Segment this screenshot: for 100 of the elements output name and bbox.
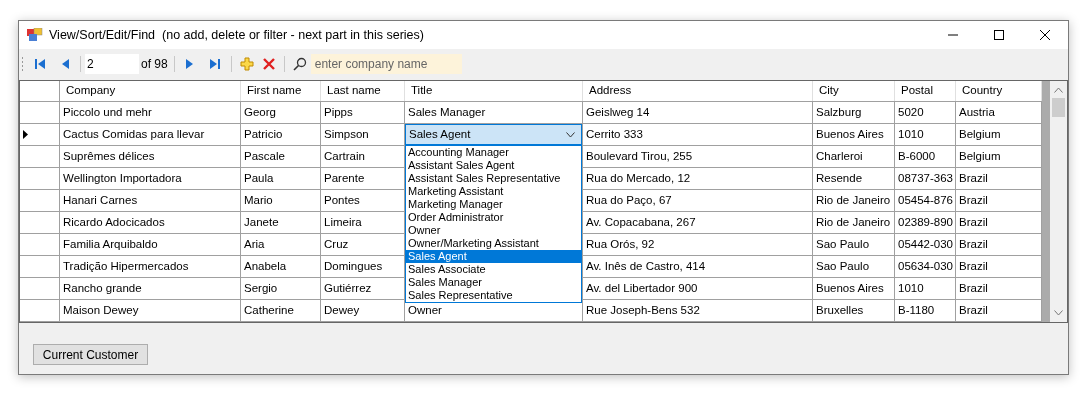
table-cell-text: Rue Joseph-Bens 532 <box>586 302 700 318</box>
table-cell-text: Wellington Importadora <box>63 170 182 186</box>
column-header[interactable]: Country <box>956 81 1042 101</box>
table-cell-text: Pascale <box>244 148 285 164</box>
window-title: View/Sort/Edit/Find (no add, delete or filter - next part in this series) <box>49 26 424 44</box>
minimize-icon <box>948 34 958 36</box>
table-cell-text: Austria <box>959 104 995 120</box>
table-cell-text: Sao Paulo <box>816 258 870 274</box>
table-cell-text: B-6000 <box>898 148 936 164</box>
table-cell-text: 02389-890 <box>898 214 953 230</box>
table-cell-text: Bruxelles <box>816 302 864 318</box>
table-cell-text: Catherine <box>244 302 294 318</box>
table-cell-text: Rua do Mercado, 12 <box>586 170 691 186</box>
search-field[interactable]: enter company name <box>310 53 462 74</box>
table-cell-text: 05634-030 <box>898 258 953 274</box>
dropdown-option[interactable]: Accounting Manager <box>406 146 581 159</box>
column-header[interactable]: Address <box>583 81 813 101</box>
dropdown-option[interactable]: Owner/Marketing Assistant <box>406 237 581 250</box>
table-cell-text: Hanari Carnes <box>63 192 138 208</box>
table-cell-text: 1010 <box>898 126 924 142</box>
table-cell-text: Belgium <box>959 148 1001 164</box>
table-cell-text: Cerrito 333 <box>586 126 643 142</box>
delete-icon[interactable] <box>261 56 276 71</box>
vertical-scrollbar[interactable] <box>1050 81 1067 322</box>
table-cell-text: Parente <box>324 170 365 186</box>
table-cell-text: Brazil <box>959 192 988 208</box>
column-header[interactable]: Title <box>405 81 583 101</box>
table-cell-text: Dewey <box>324 302 360 318</box>
table-cell-text: Ricardo Adocicados <box>63 214 165 230</box>
table-cell-text: Brazil <box>959 214 988 230</box>
table-cell-text: Cactus Comidas para llevar <box>63 126 205 142</box>
table-cell-text: Buenos Aires <box>816 126 884 142</box>
add-icon[interactable] <box>239 56 254 71</box>
app-icon <box>27 28 43 42</box>
table-cell-text: 05454-876 <box>898 192 953 208</box>
dropdown-option[interactable]: Sales Representative <box>406 289 581 302</box>
title-dropdown[interactable]: Sales Agent <box>405 124 582 145</box>
table-cell-text: Salzburg <box>816 104 862 120</box>
caret-icon <box>566 131 575 138</box>
table-cell-text: Pontes <box>324 192 360 208</box>
table-cell-text: Brazil <box>959 302 988 318</box>
table-cell-text: Brazil <box>959 258 988 274</box>
dropdown-option[interactable]: Order Administrator <box>406 211 581 224</box>
table-cell-text: 1010 <box>898 280 924 296</box>
search-icon[interactable] <box>292 56 307 71</box>
table-cell-text: Av. del Libertador 900 <box>586 280 698 296</box>
table-cell-text: Owner <box>408 302 442 318</box>
dropdown-option[interactable]: Marketing Assistant <box>406 185 581 198</box>
table-cell-text: Geislweg 14 <box>586 104 650 120</box>
column-header[interactable]: Company <box>60 81 241 101</box>
table-cell-text: Limeira <box>324 214 362 230</box>
current-customer-button[interactable]: Current Customer <box>33 344 148 365</box>
table-cell-text: Anabela <box>244 258 287 274</box>
table-cell-text: Sergio <box>244 280 278 296</box>
table-cell-text: Brazil <box>959 236 988 252</box>
dropdown-option[interactable]: Sales Agent <box>406 250 581 263</box>
dropdown-option[interactable]: Sales Manager <box>406 276 581 289</box>
column-header[interactable]: First name <box>241 81 321 101</box>
last-record-button[interactable] <box>207 56 222 71</box>
scroll-down-icon[interactable] <box>1054 310 1063 316</box>
record-count: of 98 <box>141 55 168 73</box>
table-cell-text: Familia Arquibaldo <box>63 236 158 252</box>
table-cell-text: 05442-030 <box>898 236 953 252</box>
table-cell-text: Suprêmes délices <box>63 148 155 164</box>
table-cell-text: Gutiérrez <box>324 280 372 296</box>
table-cell-text: Maison Dewey <box>63 302 139 318</box>
table-cell-text: Rio de Janeiro <box>816 192 891 208</box>
table-cell-text: Aria <box>244 236 265 252</box>
maximize-icon <box>994 30 1004 40</box>
column-header[interactable]: Postal <box>895 81 956 101</box>
table-cell-text: Rancho grande <box>63 280 142 296</box>
column-header[interactable]: Last name <box>321 81 405 101</box>
scrollbar-thumb[interactable] <box>1052 98 1065 117</box>
first-record-button[interactable] <box>33 56 47 71</box>
table-cell-text: Tradição Hipermercados <box>63 258 189 274</box>
table-cell-text: 5020 <box>898 104 924 120</box>
dropdown-option[interactable]: Assistant Sales Representative <box>406 172 581 185</box>
table-cell-text: Charleroi <box>816 148 863 164</box>
table-cell-text: Sales Manager <box>408 104 486 120</box>
dropdown-option[interactable]: Owner <box>406 224 581 237</box>
dropdown-option[interactable]: Sales Associate <box>406 263 581 276</box>
table-cell-text: Buenos Aires <box>816 280 884 296</box>
table-cell-text: Pipps <box>324 104 353 120</box>
table-cell-text: Belgium <box>959 126 1001 142</box>
table-cell-text: Patricio <box>244 126 283 142</box>
scroll-up-icon[interactable] <box>1054 87 1063 93</box>
column-header[interactable]: City <box>813 81 895 101</box>
table-cell-text: Rio de Janeiro <box>816 214 891 230</box>
table-cell-text: Cruz <box>324 236 349 252</box>
dropdown-option[interactable]: Marketing Manager <box>406 198 581 211</box>
table-cell-text: Rua Orós, 92 <box>586 236 655 252</box>
table-cell-text: Piccolo und mehr <box>63 104 152 120</box>
close-icon <box>1040 30 1050 40</box>
table-cell-text: Resende <box>816 170 863 186</box>
dropdown-option[interactable]: Assistant Sales Agent <box>406 159 581 172</box>
position-field[interactable]: 2 <box>85 53 139 74</box>
table-cell-text: B-1180 <box>898 302 935 318</box>
table-cell-text: Mario <box>244 192 273 208</box>
table-cell-text: Av. Inês de Castro, 414 <box>586 258 706 274</box>
table-cell-text: Av. Copacabana, 267 <box>586 214 696 230</box>
